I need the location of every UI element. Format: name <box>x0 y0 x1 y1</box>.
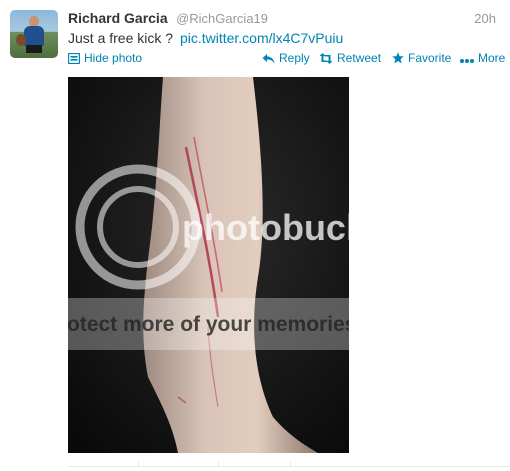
divider <box>68 466 510 467</box>
tweet: Richard Garcia @RichGarcia19 20h Just a … <box>0 0 510 471</box>
retweet-button[interactable]: Retweet <box>319 51 381 65</box>
favorite-label: Favorite <box>408 51 452 65</box>
reply-button[interactable]: Reply <box>262 51 310 65</box>
photo-image: photobucket protect more of your memorie… <box>68 77 349 453</box>
retweet-icon <box>319 53 333 64</box>
more-label: More <box>478 51 506 65</box>
hide-photo-button[interactable]: Hide photo <box>68 51 142 65</box>
divider-tick <box>138 462 139 467</box>
photo-icon <box>68 53 80 64</box>
tweet-header: Richard Garcia @RichGarcia19 20h <box>68 10 500 28</box>
tweet-photo-link[interactable]: pic.twitter.com/lx4C7vPuiu <box>180 30 343 46</box>
divider-tick <box>290 462 291 467</box>
author-full-name[interactable]: Richard Garcia <box>68 10 168 26</box>
favorite-button[interactable]: Favorite <box>392 51 451 65</box>
star-icon <box>392 52 404 64</box>
author-username[interactable]: @RichGarcia19 <box>176 11 268 26</box>
more-dots-icon <box>460 59 474 63</box>
tweet-text: Just a free kick ? pic.twitter.com/lx4C7… <box>68 30 343 46</box>
reply-icon <box>262 54 275 64</box>
watermark-brand: photobucket <box>182 207 349 248</box>
tweet-text-body: Just a free kick ? <box>68 30 174 46</box>
tweet-timestamp[interactable]: 20h <box>474 11 496 26</box>
divider-tick <box>218 462 219 467</box>
watermark-slogan: protect more of your memories <box>68 313 349 336</box>
avatar-figure-shorts <box>26 45 42 53</box>
avatar-figure-body <box>24 26 44 46</box>
avatar[interactable] <box>10 10 58 58</box>
retweet-label: Retweet <box>337 51 382 65</box>
tweet-photo[interactable]: photobucket protect more of your memorie… <box>68 77 349 453</box>
hide-photo-label: Hide photo <box>84 51 143 65</box>
tweet-actions: Hide photo Reply Retweet Favorite More <box>68 51 505 67</box>
reply-label: Reply <box>279 51 310 65</box>
more-button[interactable]: More <box>460 51 505 65</box>
avatar-ball <box>16 34 26 46</box>
